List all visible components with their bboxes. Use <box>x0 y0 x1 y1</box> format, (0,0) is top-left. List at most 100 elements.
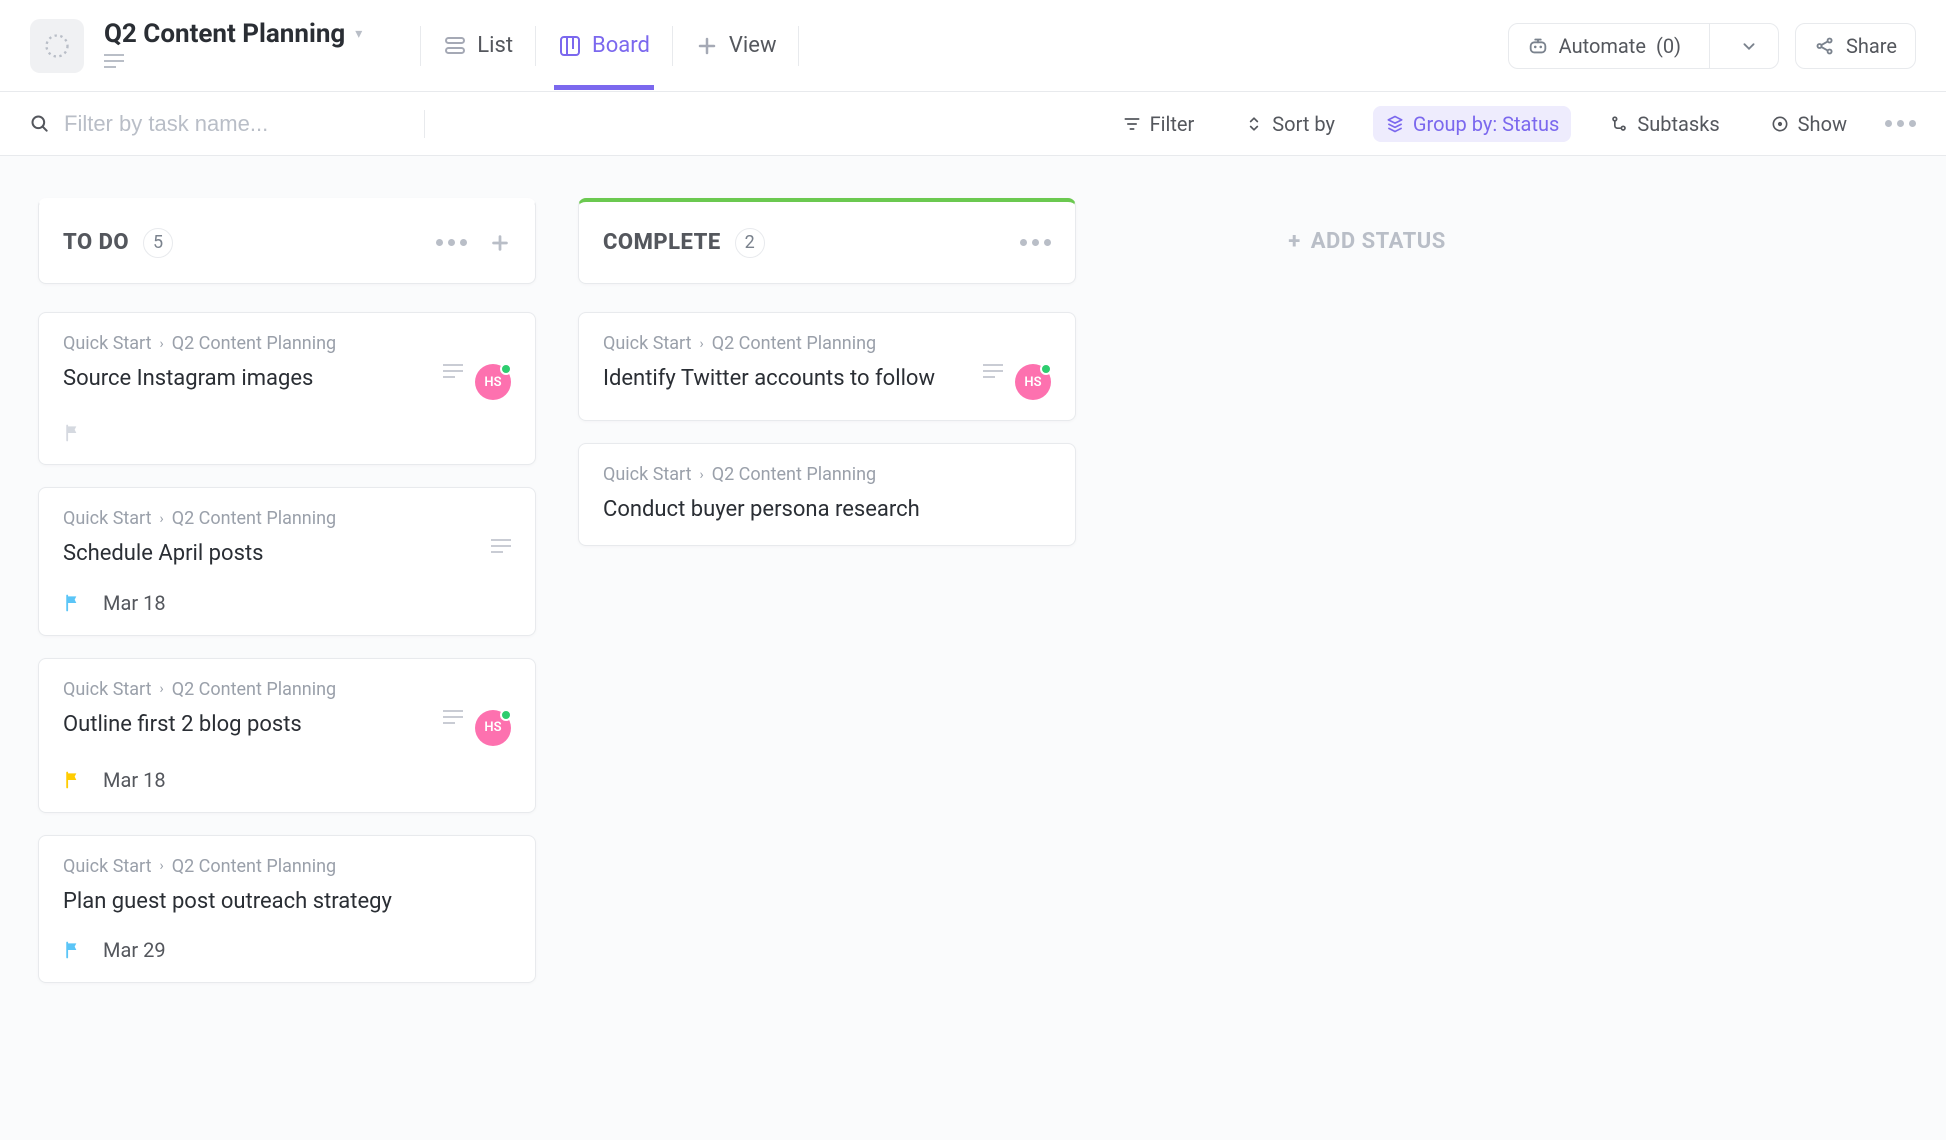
separator <box>424 110 425 138</box>
card-title: Schedule April posts <box>63 539 479 569</box>
filter-button[interactable]: Filter <box>1110 106 1207 142</box>
toolbar: Filter Sort by Group by: Status Subtasks… <box>0 92 1946 156</box>
presence-indicator <box>1040 363 1052 375</box>
chevron-right-icon: › <box>160 511 164 527</box>
column-more-button[interactable] <box>436 239 467 246</box>
share-label: Share <box>1846 34 1897 58</box>
filter-icon <box>1122 114 1142 134</box>
flag-icon <box>63 769 83 791</box>
card-meta <box>63 422 511 444</box>
plus-icon: + <box>1288 229 1301 254</box>
breadcrumb-root: Quick Start <box>63 333 152 354</box>
breadcrumb: Quick Start›Q2 Content Planning <box>63 508 511 529</box>
breadcrumb-leaf: Q2 Content Planning <box>712 333 876 354</box>
column-more-button[interactable] <box>1020 239 1051 246</box>
card-title-row: Source Instagram imagesHS <box>63 364 511 400</box>
group-icon <box>1385 114 1405 134</box>
list-placeholder-icon <box>43 32 71 60</box>
card-title-row: Outline first 2 blog postsHS <box>63 710 511 746</box>
add-status-button[interactable]: + ADD STATUS <box>1118 206 1616 276</box>
assignee-avatar[interactable]: HS <box>475 364 511 400</box>
view-tab-list[interactable]: List <box>439 2 517 90</box>
due-date: Mar 29 <box>103 938 166 962</box>
column-actions <box>436 232 511 254</box>
card-title: Conduct buyer persona re­search <box>603 495 1051 525</box>
description-icon[interactable] <box>104 53 362 72</box>
task-card[interactable]: Quick Start › Q2 Content Planning Identify … <box>578 312 1076 421</box>
share-button[interactable]: Share <box>1795 23 1916 69</box>
add-status-column: + ADD STATUS <box>1118 198 1616 1098</box>
automate-dropdown[interactable] <box>1720 25 1778 67</box>
separator <box>798 26 799 66</box>
card-meta: Mar 29 <box>63 938 511 962</box>
chevron-right-icon: › <box>700 467 704 483</box>
card-title-row: Schedule April posts <box>63 539 511 569</box>
breadcrumb-root: Quick Start <box>63 508 152 529</box>
chevron-right-icon: › <box>160 681 164 697</box>
breadcrumb-root: Quick Start <box>63 679 152 700</box>
task-card[interactable]: Quick Start › Q2 Content Planning Source In… <box>38 312 536 465</box>
column-header: COMPLETE2 <box>578 198 1076 284</box>
subtasks-button[interactable]: Subtasks <box>1597 106 1731 142</box>
show-icon <box>1770 114 1790 134</box>
column-actions <box>1020 239 1051 246</box>
card-title: Plan guest post outreach strategy <box>63 887 511 917</box>
flag-icon <box>63 939 83 961</box>
list-icon <box>443 34 467 58</box>
task-card[interactable]: Quick Start›Q2 Content PlanningPlan gues… <box>38 835 536 984</box>
separator <box>1709 24 1710 68</box>
sort-button[interactable]: Sort by <box>1232 106 1347 142</box>
group-button[interactable]: Group by: Status <box>1373 106 1571 142</box>
task-card[interactable]: Quick Start › Q2 Content Planning Outline f… <box>38 658 536 813</box>
subtasks-icon <box>1609 114 1629 134</box>
sort-label: Sort by <box>1272 112 1335 136</box>
presence-indicator <box>500 709 512 721</box>
task-card[interactable]: Quick Start›Q2 Content PlanningConduct b… <box>578 443 1076 546</box>
subtasks-label: Subtasks <box>1637 112 1719 136</box>
breadcrumb-leaf: Q2 Content Planning <box>172 856 336 877</box>
chevron-right-icon: › <box>160 336 164 352</box>
add-view[interactable]: View <box>691 2 781 90</box>
avatar-initials: HS <box>1024 375 1041 390</box>
title-block: Q2 Content Planning ▾ <box>104 19 362 72</box>
column-count: 5 <box>143 228 173 258</box>
view-tab-label: List <box>477 33 513 58</box>
column-todo: TO DO5 Quick Start › Q2 Content Planning Sou… <box>38 198 536 1098</box>
column-header: TO DO5 <box>38 198 536 284</box>
automate-label: Automate <box>1559 34 1646 58</box>
avatar-initials: HS <box>484 375 501 390</box>
title-dropdown-icon: ▾ <box>355 26 362 42</box>
view-tabs: List Board View <box>402 0 817 91</box>
card-title-row: Conduct buyer persona re­search <box>603 495 1051 525</box>
view-tab-board[interactable]: Board <box>554 2 654 90</box>
card-meta: Mar 18 <box>63 591 511 615</box>
sort-icon <box>1244 114 1264 134</box>
board-icon <box>558 34 582 58</box>
add-card-button[interactable] <box>489 232 511 254</box>
more-button[interactable] <box>1885 120 1916 127</box>
chevron-right-icon: › <box>700 336 704 352</box>
view-tab-label: View <box>729 33 777 58</box>
flag-icon <box>63 422 83 444</box>
search <box>30 110 425 138</box>
due-date: Mar 18 <box>103 768 166 792</box>
breadcrumb-leaf: Q2 Content Planning <box>172 333 336 354</box>
automate-button[interactable]: Automate (0) <box>1508 23 1779 69</box>
breadcrumb: Quick Start›Q2 Content Planning <box>603 464 1051 485</box>
breadcrumb: Quick Start › Q2 Content Planning <box>63 333 511 354</box>
search-input[interactable] <box>64 111 404 137</box>
plus-icon <box>695 34 719 58</box>
assignee-avatar[interactable]: HS <box>1015 364 1051 400</box>
show-label: Show <box>1798 112 1847 136</box>
breadcrumb-leaf: Q2 Content Planning <box>172 679 336 700</box>
breadcrumb-root: Quick Start <box>63 856 152 877</box>
card-meta: Mar 18 <box>63 768 511 792</box>
card-title: Identify Twitter accounts to follow <box>603 364 971 394</box>
title-row[interactable]: Q2 Content Planning ▾ <box>104 19 362 49</box>
task-card[interactable]: Quick Start›Q2 Content PlanningSchedule … <box>38 487 536 636</box>
show-button[interactable]: Show <box>1758 106 1859 142</box>
assignee-avatar[interactable]: HS <box>475 710 511 746</box>
breadcrumb-root: Quick Start <box>603 333 692 354</box>
breadcrumb-leaf: Q2 Content Planning <box>712 464 876 485</box>
description-icon <box>443 710 463 724</box>
